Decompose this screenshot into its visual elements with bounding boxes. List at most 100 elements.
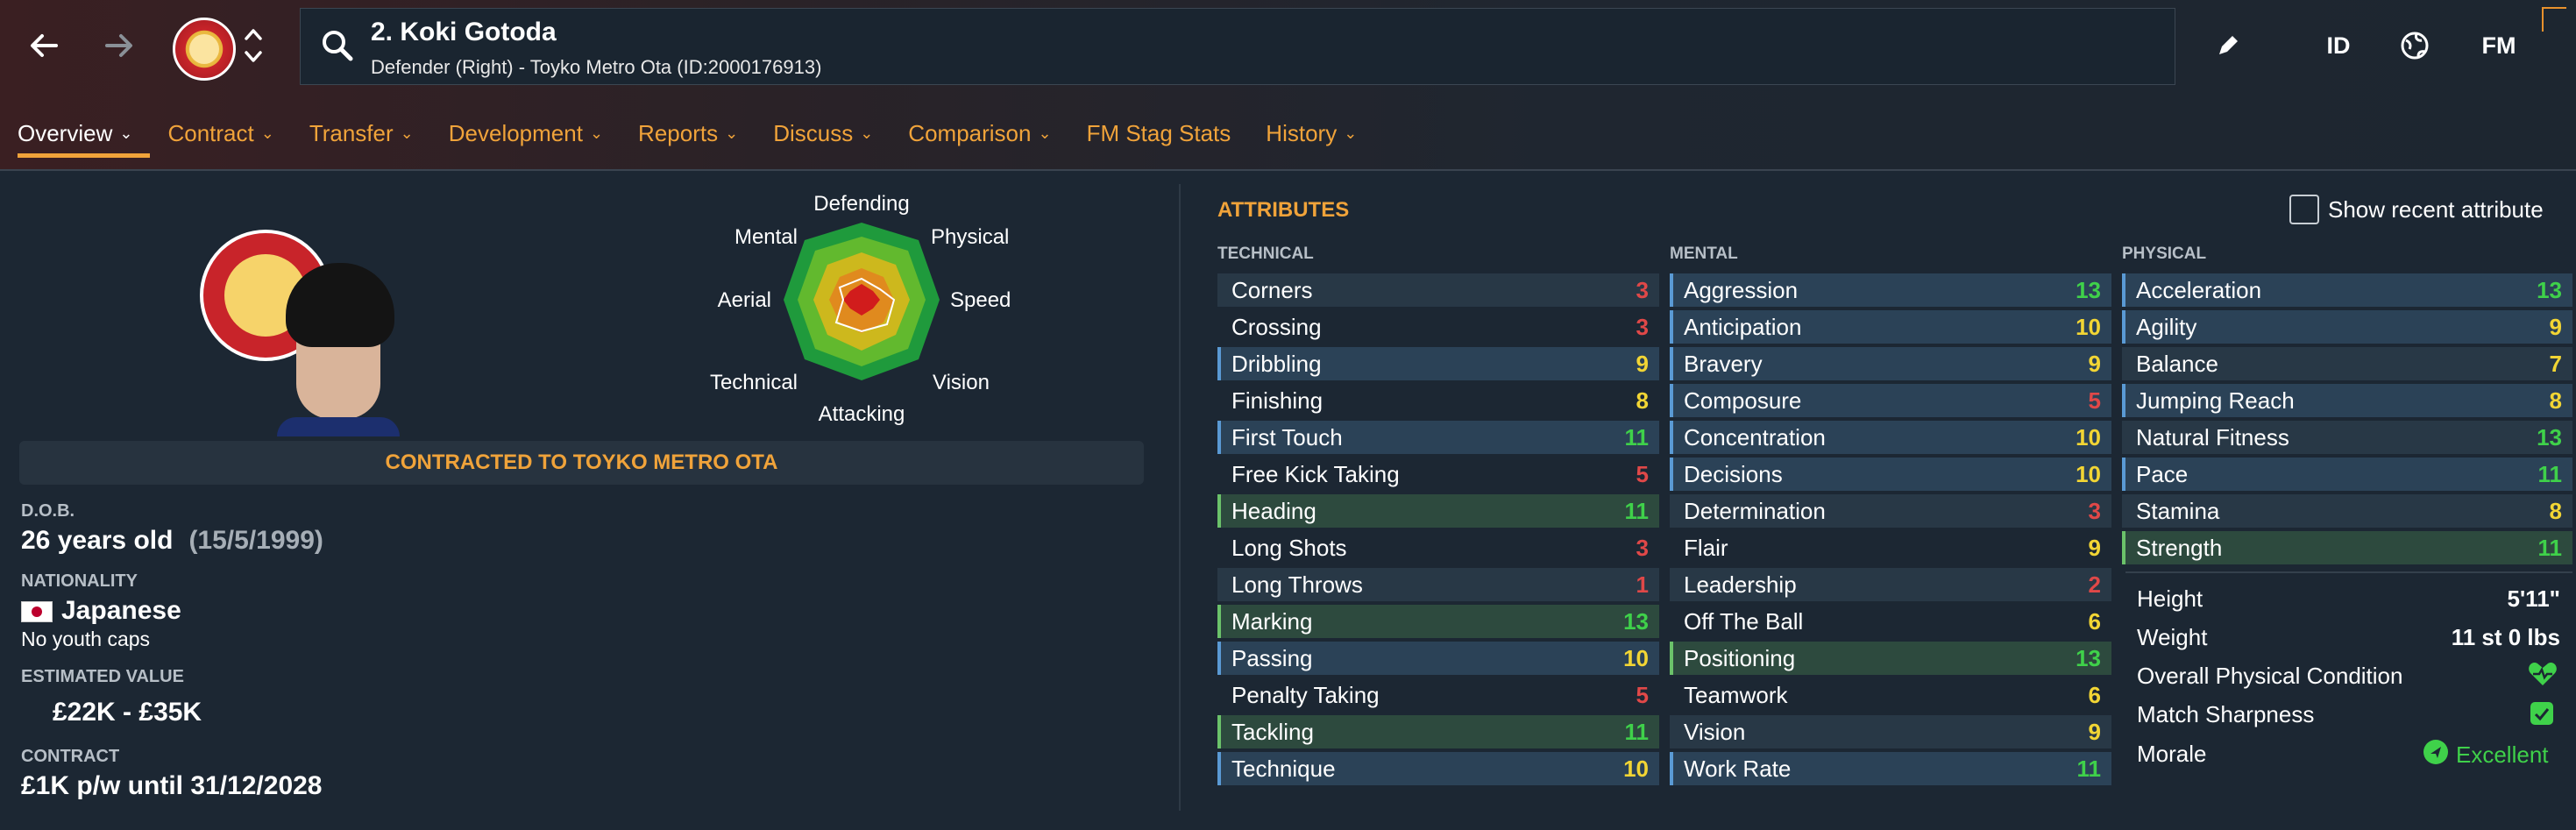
- attribute-value: 10: [1623, 644, 1649, 671]
- up-down-icon[interactable]: [242, 21, 265, 70]
- edit-icon[interactable]: [2209, 26, 2247, 65]
- attribute-name: Finishing: [1231, 387, 1323, 414]
- attribute-row-flair[interactable]: Flair 9: [1670, 531, 2111, 564]
- attribute-value: 13: [2537, 276, 2562, 303]
- morale-label: Morale: [2137, 741, 2207, 767]
- tab-fm-stag-stats[interactable]: FM Stag Stats: [1069, 107, 1249, 160]
- attribute-row-dribbling[interactable]: Dribbling 9: [1217, 347, 1659, 380]
- attribute-row-vision[interactable]: Vision 9: [1670, 715, 2111, 748]
- attribute-value: 2: [2088, 571, 2101, 598]
- attribute-row-work-rate[interactable]: Work Rate 11: [1670, 752, 2111, 785]
- attribute-name: Long Throws: [1231, 571, 1363, 598]
- tab-overview[interactable]: Overview ⌄: [0, 107, 151, 160]
- attribute-name: Balance: [2136, 350, 2218, 377]
- morale-text: Excellent: [2456, 741, 2549, 768]
- attribute-row-agility[interactable]: Agility 9: [2122, 310, 2572, 344]
- attribute-row-off-the-ball[interactable]: Off The Ball 6: [1670, 605, 2111, 638]
- attribute-name: Composure: [1684, 387, 1802, 414]
- attribute-row-crossing[interactable]: Crossing 3: [1217, 310, 1659, 344]
- attribute-row-technique[interactable]: Technique 10: [1217, 752, 1659, 785]
- forward-arrow-icon[interactable]: [98, 25, 140, 67]
- show-recent-checkbox[interactable]: [2289, 195, 2319, 224]
- attribute-row-aggression[interactable]: Aggression 13: [1670, 273, 2111, 307]
- attribute-row-marking[interactable]: Marking 13: [1217, 605, 1659, 638]
- attribute-row-positioning[interactable]: Positioning 13: [1670, 642, 2111, 675]
- attribute-row-composure[interactable]: Composure 5: [1670, 384, 2111, 417]
- attribute-row-jumping-reach[interactable]: Jumping Reach 8: [2122, 384, 2572, 417]
- corner-accent: [2542, 7, 2566, 32]
- attribute-value: 9: [1636, 350, 1649, 377]
- club-badge-icon[interactable]: [173, 18, 236, 81]
- tab-development[interactable]: Development ⌄: [431, 107, 621, 160]
- attribute-row-penalty-taking[interactable]: Penalty Taking 5: [1217, 678, 1659, 712]
- attribute-row-strength[interactable]: Strength 11: [2122, 531, 2572, 564]
- attribute-row-pace[interactable]: Pace 11: [2122, 458, 2572, 491]
- attribute-name: Bravery: [1684, 350, 1763, 377]
- attribute-row-long-shots[interactable]: Long Shots 3: [1217, 531, 1659, 564]
- attribute-name: Vision: [1684, 718, 1746, 745]
- attribute-value: 13: [1623, 607, 1649, 635]
- attribute-row-stamina[interactable]: Stamina 8: [2122, 494, 2572, 528]
- attribute-value: 5: [1636, 681, 1649, 708]
- attribute-name: Long Shots: [1231, 534, 1347, 561]
- estimated-value: £22K - £35K: [53, 698, 202, 727]
- fm-icon[interactable]: FM: [2470, 26, 2528, 65]
- weight-label: Weight: [2137, 624, 2208, 650]
- globe-icon[interactable]: [2393, 26, 2437, 65]
- attribute-row-teamwork[interactable]: Teamwork 6: [1670, 678, 2111, 712]
- tab-label: Development: [448, 119, 583, 146]
- height-label: Height: [2137, 585, 2203, 612]
- attribute-row-leadership[interactable]: Leadership 2: [1670, 568, 2111, 601]
- player-search-box[interactable]: 2. Koki Gotoda Defender (Right) - Toyko …: [300, 8, 2175, 85]
- attribute-row-decisions[interactable]: Decisions 10: [1670, 458, 2111, 491]
- attribute-row-heading[interactable]: Heading 11: [1217, 494, 1659, 528]
- attribute-row-free-kick-taking[interactable]: Free Kick Taking 5: [1217, 458, 1659, 491]
- attribute-row-corners[interactable]: Corners 3: [1217, 273, 1659, 307]
- attribute-row-finishing[interactable]: Finishing 8: [1217, 384, 1659, 417]
- attribute-name: Heading: [1231, 497, 1316, 524]
- attribute-name: Corners: [1231, 276, 1313, 303]
- attribute-row-tackling[interactable]: Tackling 11: [1217, 715, 1659, 748]
- tab-label: History: [1266, 119, 1338, 146]
- id-icon[interactable]: ID: [2312, 26, 2365, 65]
- attribute-name: Aggression: [1684, 276, 1799, 303]
- tab-discuss[interactable]: Discuss ⌄: [756, 107, 891, 160]
- attribute-name: Teamwork: [1684, 681, 1788, 708]
- attribute-row-balance[interactable]: Balance 7: [2122, 347, 2572, 380]
- attribute-row-passing[interactable]: Passing 10: [1217, 642, 1659, 675]
- show-recent-label[interactable]: Show recent attribute: [2328, 196, 2544, 223]
- tab-reports[interactable]: Reports ⌄: [621, 107, 756, 160]
- attribute-value: 1: [1636, 571, 1649, 598]
- sharpness-label: Match Sharpness: [2137, 701, 2315, 727]
- attribute-row-long-throws[interactable]: Long Throws 1: [1217, 568, 1659, 601]
- attribute-row-determination[interactable]: Determination 3: [1670, 494, 2111, 528]
- attribute-row-concentration[interactable]: Concentration 10: [1670, 421, 2111, 454]
- height-value: 5'11": [2507, 585, 2560, 612]
- attribute-name: Anticipation: [1684, 313, 1802, 340]
- attribute-value: 11: [2537, 534, 2563, 561]
- player-name-title: 2. Koki Gotoda: [371, 18, 557, 46]
- attribute-value: 10: [2076, 313, 2101, 340]
- attribute-value: 9: [2088, 534, 2101, 561]
- tab-contract[interactable]: Contract ⌄: [150, 107, 291, 160]
- radar-label-aerial: Aerial: [718, 288, 771, 312]
- attribute-row-acceleration[interactable]: Acceleration 13: [2122, 273, 2572, 307]
- back-arrow-icon[interactable]: [23, 25, 65, 67]
- attribute-row-anticipation[interactable]: Anticipation 10: [1670, 310, 2111, 344]
- tab-comparison[interactable]: Comparison ⌄: [891, 107, 1068, 160]
- weight-value: 11 st 0 lbs: [2451, 624, 2560, 650]
- attribute-row-bravery[interactable]: Bravery 9: [1670, 347, 2111, 380]
- tab-label: Overview: [18, 119, 113, 146]
- attribute-value: 13: [2076, 276, 2101, 303]
- tab-history[interactable]: History ⌄: [1248, 107, 1374, 160]
- search-icon[interactable]: [320, 28, 355, 63]
- physical-header: PHYSICAL: [2122, 245, 2207, 263]
- tab-transfer[interactable]: Transfer ⌄: [292, 107, 431, 160]
- attribute-row-first-touch[interactable]: First Touch 11: [1217, 421, 1659, 454]
- youth-caps-text: No youth caps: [21, 628, 151, 650]
- attribute-value: 9: [2549, 313, 2562, 340]
- nationality-text: Japanese: [61, 596, 181, 625]
- chevron-down-icon: ⌄: [1344, 124, 1358, 142]
- attribute-row-natural-fitness[interactable]: Natural Fitness 13: [2122, 421, 2572, 454]
- contract-value: £1K p/w until 31/12/2028: [21, 771, 323, 800]
